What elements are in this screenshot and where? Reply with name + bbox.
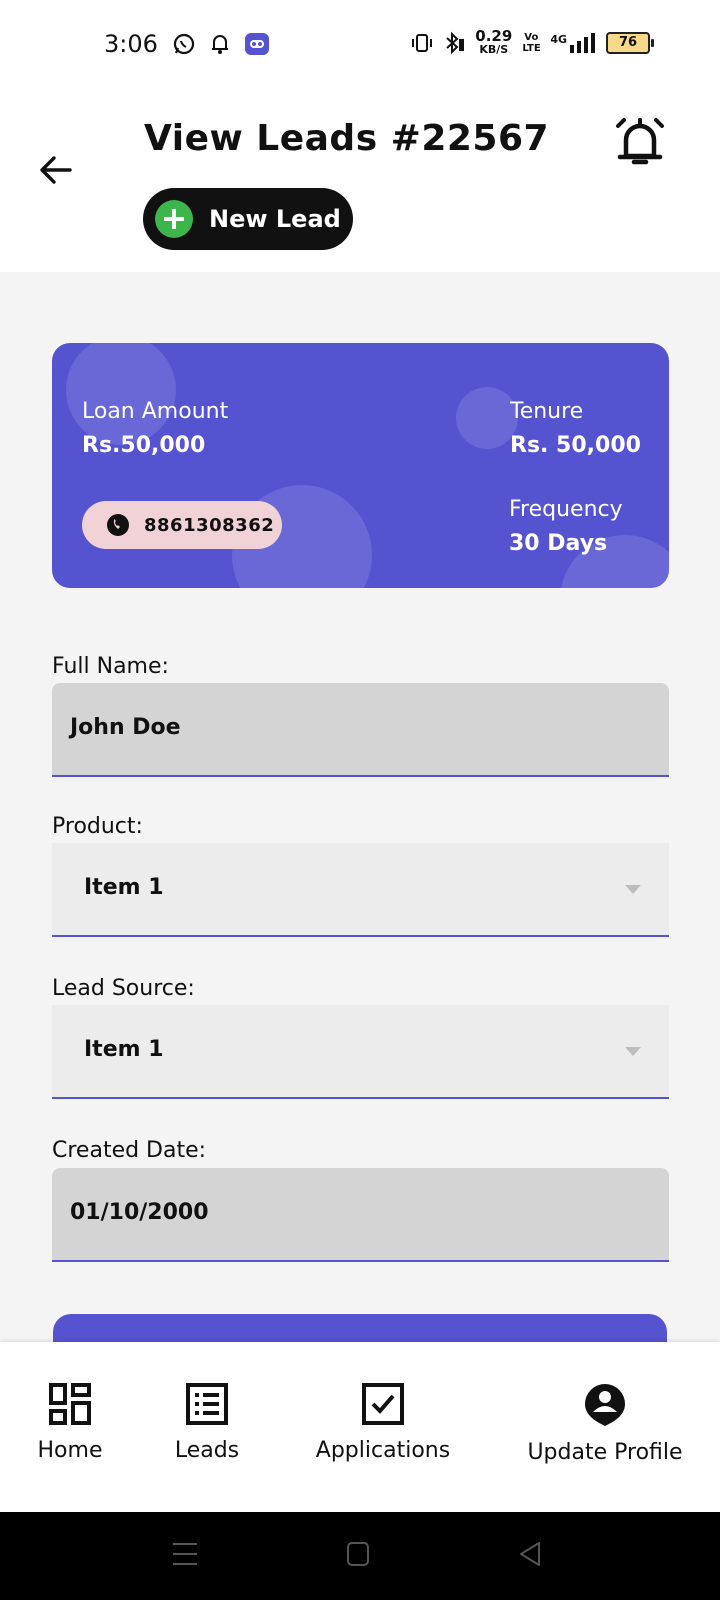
grid-icon xyxy=(49,1383,91,1425)
recents-menu-icon[interactable] xyxy=(172,1540,198,1568)
back-arrow-icon[interactable] xyxy=(36,150,76,190)
dropdown-caret-icon xyxy=(625,885,641,894)
notification-bell-icon xyxy=(212,35,228,54)
volte-indicator: Vo LTE xyxy=(522,32,541,54)
lead-source-label: Lead Source: xyxy=(52,976,195,1001)
tenure-label: Tenure xyxy=(510,399,584,424)
profile-pin-icon xyxy=(585,1384,625,1426)
nav-label-leads: Leads xyxy=(174,1438,240,1463)
system-navigation-bar xyxy=(0,1512,720,1600)
loan-amount-value: Rs.50,000 xyxy=(82,433,206,458)
battery-indicator: 76 xyxy=(606,32,654,54)
lead-source-value: Item 1 xyxy=(84,1037,164,1062)
plus-circle-icon xyxy=(155,200,193,238)
nav-label-home: Home xyxy=(37,1438,103,1463)
nav-item-update-profile[interactable]: Update Profile xyxy=(522,1342,688,1465)
signal-indicator: 4G xyxy=(550,33,596,53)
created-date-label: Created Date: xyxy=(52,1138,207,1163)
back-triangle-icon[interactable] xyxy=(518,1541,542,1567)
vibrate-icon xyxy=(412,34,433,52)
decor-circle xyxy=(456,387,518,449)
new-lead-label: New Lead xyxy=(209,205,341,233)
bell-alarm-icon[interactable] xyxy=(612,112,668,172)
frequency-label: Frequency xyxy=(509,497,623,522)
nav-item-home[interactable]: Home xyxy=(34,1342,106,1463)
created-date-field[interactable]: 01/10/2000 xyxy=(52,1168,669,1262)
phone-number: 8861308362 xyxy=(144,514,275,536)
nav-label-update-profile: Update Profile xyxy=(527,1440,683,1465)
full-name-label: Full Name: xyxy=(52,654,169,679)
nav-item-leads[interactable]: Leads xyxy=(170,1342,244,1463)
dropdown-caret-icon xyxy=(625,1047,641,1056)
tenure-value: Rs. 50,000 xyxy=(510,433,641,458)
nav-label-applications: Applications xyxy=(315,1438,451,1463)
created-date-value: 01/10/2000 xyxy=(70,1200,209,1225)
bluetooth-icon xyxy=(446,31,465,55)
decor-circle xyxy=(66,343,176,445)
product-label: Product: xyxy=(52,814,143,839)
lead-source-dropdown[interactable]: Item 1 xyxy=(52,1005,669,1099)
page-title: View Leads #22567 xyxy=(144,118,550,159)
home-square-icon[interactable] xyxy=(346,1541,370,1567)
checkbox-icon xyxy=(362,1383,404,1425)
net-speed: 0.29 KB/S xyxy=(475,27,513,57)
full-name-field[interactable]: John Doe xyxy=(52,683,669,777)
signal-bars-icon xyxy=(570,33,595,53)
loan-amount-label: Loan Amount xyxy=(82,399,229,424)
app-badge-icon xyxy=(245,33,269,55)
new-lead-button[interactable]: New Lead xyxy=(143,188,353,250)
list-icon xyxy=(186,1383,228,1425)
full-name-value: John Doe xyxy=(70,715,181,740)
phone-icon xyxy=(107,514,129,536)
product-value: Item 1 xyxy=(84,875,164,900)
product-dropdown[interactable]: Item 1 xyxy=(52,843,669,937)
status-time: 3:06 xyxy=(104,30,158,58)
status-right-icons: 0.29 KB/S Vo LTE 4G 76 xyxy=(411,27,654,57)
frequency-value: 30 Days xyxy=(509,531,608,556)
status-bar: 3:06 0.29 KB/S Vo LTE 4G 76 xyxy=(0,0,720,90)
loan-summary-card: Loan Amount Rs.50,000 Tenure Rs. 50,000 … xyxy=(52,343,669,588)
whatsapp-icon xyxy=(173,33,195,55)
bottom-navigation: Home Leads Applications Update Profile xyxy=(0,1342,720,1512)
nav-item-applications[interactable]: Applications xyxy=(310,1342,456,1463)
phone-pill[interactable]: 8861308362 xyxy=(82,501,282,549)
status-notification-icons xyxy=(172,32,270,56)
